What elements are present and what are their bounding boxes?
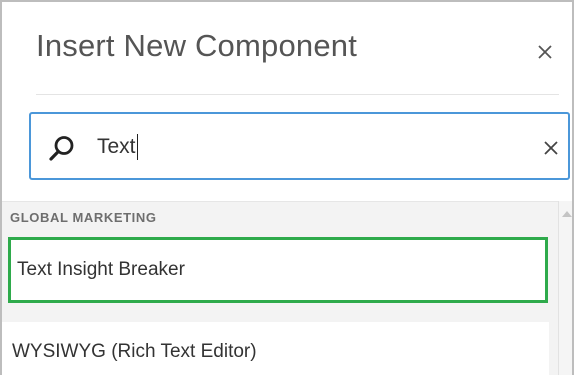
- search-input-value: Text: [97, 135, 136, 158]
- text-caret: [136, 134, 139, 160]
- close-icon[interactable]: [532, 39, 558, 65]
- dialog-title: Insert New Component: [36, 28, 358, 63]
- list-item-label: WYSIWYG (Rich Text Editor): [12, 341, 257, 362]
- dialog-header: Insert New Component: [36, 2, 558, 96]
- results-scrollbar[interactable]: [558, 201, 572, 375]
- search-input[interactable]: Text: [97, 132, 517, 162]
- list-item-text-insight-breaker[interactable]: Text Insight Breaker: [8, 237, 548, 303]
- insert-component-dialog: Insert New Component Text GLOBAL MARKETI…: [0, 0, 574, 375]
- list-item-label: Text Insight Breaker: [17, 259, 185, 280]
- list-item-wysiwyg[interactable]: WYSIWYG (Rich Text Editor): [2, 322, 549, 375]
- component-results: GLOBAL MARKETING Text Insight Breaker WY…: [2, 201, 558, 375]
- group-header: GLOBAL MARKETING: [10, 210, 157, 225]
- search-field[interactable]: Text: [29, 112, 570, 180]
- scroll-up-arrow-icon[interactable]: [562, 211, 572, 217]
- search-icon: [49, 136, 74, 161]
- header-divider: [36, 94, 559, 95]
- clear-icon[interactable]: [542, 139, 560, 157]
